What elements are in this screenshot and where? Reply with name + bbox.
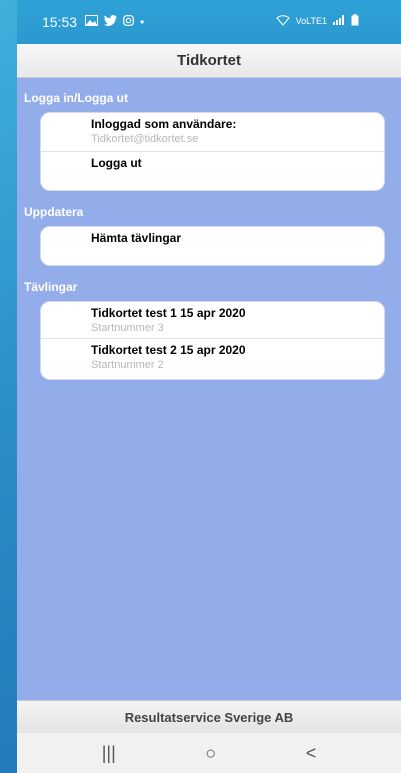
page-title: Tidkortet bbox=[17, 44, 401, 78]
recent-apps-icon[interactable]: ||| bbox=[102, 743, 116, 764]
competition-title: Tidkortet test 1 15 apr 2020 bbox=[91, 306, 246, 320]
fetch-competitions-label: Hämta tävlingar bbox=[91, 231, 182, 245]
status-bar: 15:53 • VoLTE1 bbox=[17, 0, 401, 44]
gallery-icon bbox=[85, 15, 99, 29]
dot-icon: • bbox=[140, 15, 145, 29]
logout-label: Logga ut bbox=[91, 156, 142, 170]
section-header-competitions: Tävlingar bbox=[24, 280, 78, 294]
competition-start-number: Startnummer 3 bbox=[91, 322, 164, 334]
logout-button[interactable]: Logga ut bbox=[41, 151, 384, 190]
volte-icon: VoLTE1 bbox=[295, 16, 327, 26]
competitions-group: Tidkortet test 1 15 apr 2020 Startnummer… bbox=[40, 301, 385, 380]
app-screen: 15:53 • VoLTE1 Tidkortet Logga in/Logga … bbox=[17, 0, 401, 773]
login-group: Inloggad som användare: Tidkortet@tidkor… bbox=[40, 112, 385, 191]
competition-row[interactable]: Tidkortet test 2 15 apr 2020 Startnummer… bbox=[41, 338, 384, 379]
fetch-competitions-button[interactable]: Hämta tävlingar bbox=[41, 227, 384, 265]
back-icon[interactable]: < bbox=[306, 743, 317, 764]
competition-start-number: Startnummer 2 bbox=[91, 359, 164, 371]
competition-title: Tidkortet test 2 15 apr 2020 bbox=[91, 343, 246, 357]
signal-icon bbox=[333, 15, 345, 27]
battery-icon bbox=[351, 14, 359, 28]
status-time: 15:53 bbox=[42, 14, 78, 30]
logged-in-email: Tidkortet@tidkortet.se bbox=[91, 133, 199, 145]
competition-row[interactable]: Tidkortet test 1 15 apr 2020 Startnummer… bbox=[41, 302, 384, 338]
twitter-icon bbox=[104, 15, 118, 29]
logged-in-user-row: Inloggad som användare: Tidkortet@tidkor… bbox=[41, 113, 384, 151]
logged-in-label: Inloggad som användare: bbox=[91, 117, 237, 131]
section-header-login: Logga in/Logga ut bbox=[24, 91, 128, 105]
instagram-icon bbox=[123, 15, 134, 29]
home-icon[interactable]: ○ bbox=[205, 743, 216, 764]
system-nav-bar: ||| ○ < bbox=[17, 733, 401, 773]
footer: Resultatservice Sverige AB bbox=[17, 700, 401, 733]
wifi-icon bbox=[275, 14, 290, 28]
section-header-update: Uppdatera bbox=[24, 205, 84, 219]
update-group: Hämta tävlingar bbox=[40, 226, 385, 266]
